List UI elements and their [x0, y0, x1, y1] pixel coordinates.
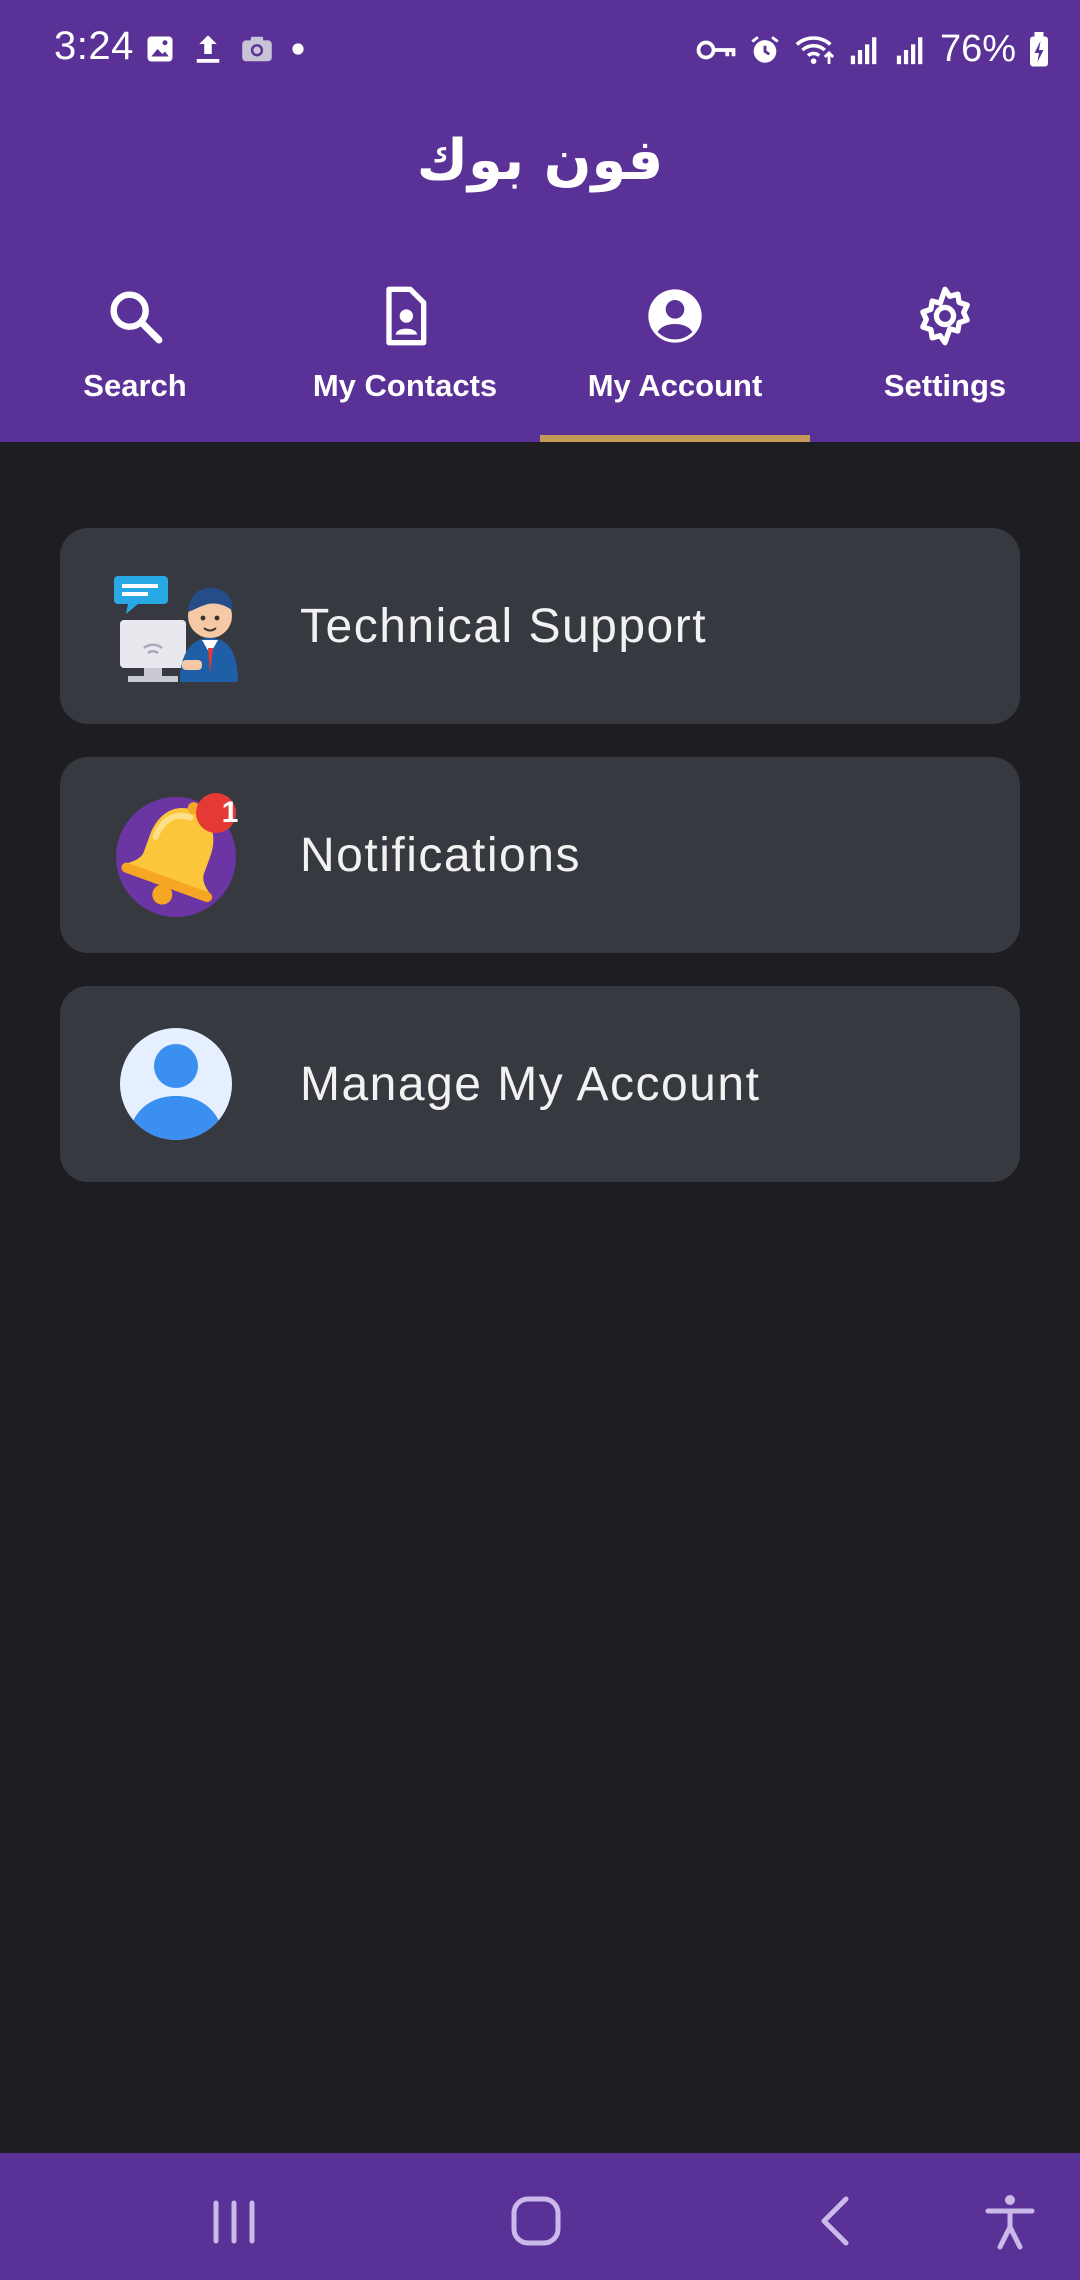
dot-icon [292, 43, 304, 55]
signal-icon [850, 36, 877, 64]
tab-label: Search [83, 368, 187, 403]
manage-account-item[interactable]: Manage My Account [60, 986, 1020, 1182]
status-right-icons: 76% [696, 28, 1050, 71]
notification-badge: 1 [221, 796, 239, 829]
home-icon[interactable] [506, 2191, 566, 2251]
wifi-icon [795, 35, 835, 64]
account-menu: Technical Support 1 Notifications Manage… [60, 528, 1020, 1215]
alarm-icon [751, 35, 779, 63]
battery-charging-icon [1030, 31, 1048, 66]
menu-item-label: Manage My Account [300, 1057, 761, 1111]
technical-support-item[interactable]: Technical Support [60, 528, 1020, 724]
tab-label: My Contacts [312, 368, 498, 403]
signal-icon [896, 36, 923, 64]
tab-my-contacts[interactable]: My Contacts [270, 276, 540, 442]
system-nav-bar [0, 2153, 1080, 2280]
active-tab-indicator [540, 435, 810, 442]
menu-item-label: Notifications [300, 828, 581, 882]
notifications-item[interactable]: 1 Notifications [60, 757, 1020, 953]
status-time: 3:24 [54, 24, 134, 68]
menu-item-label: Technical Support [300, 599, 708, 653]
search-icon [110, 291, 163, 344]
battery-percent: 76% [939, 28, 1016, 70]
camera-icon [242, 36, 272, 62]
tab-my-account[interactable]: My Account [540, 276, 810, 442]
contact-card-icon [386, 286, 427, 346]
app-title: فون بوك [416, 128, 664, 193]
account-circle-icon [648, 289, 702, 343]
tab-settings[interactable]: Settings [810, 276, 1080, 442]
image-icon [147, 36, 173, 62]
gear-icon [920, 286, 970, 346]
tab-search[interactable]: Search [0, 276, 270, 442]
status-bar: 3:24 76% [0, 0, 1080, 100]
status-left-icons [145, 32, 305, 66]
back-icon[interactable] [808, 2191, 868, 2251]
tab-label: My Account [587, 368, 763, 403]
recent-apps-icon[interactable] [204, 2191, 264, 2251]
tab-bar: Search My Contacts My Account Settings [0, 276, 1080, 442]
vpn-key-icon [696, 40, 736, 59]
accessibility-icon[interactable] [980, 2191, 1040, 2251]
upload-icon [196, 35, 220, 63]
app-header: 3:24 76% فون بوك Search My Contacts My A… [0, 0, 1080, 442]
support-agent-icon [114, 576, 238, 682]
user-avatar-icon [120, 1028, 232, 1140]
tab-label: Settings [883, 368, 1007, 403]
